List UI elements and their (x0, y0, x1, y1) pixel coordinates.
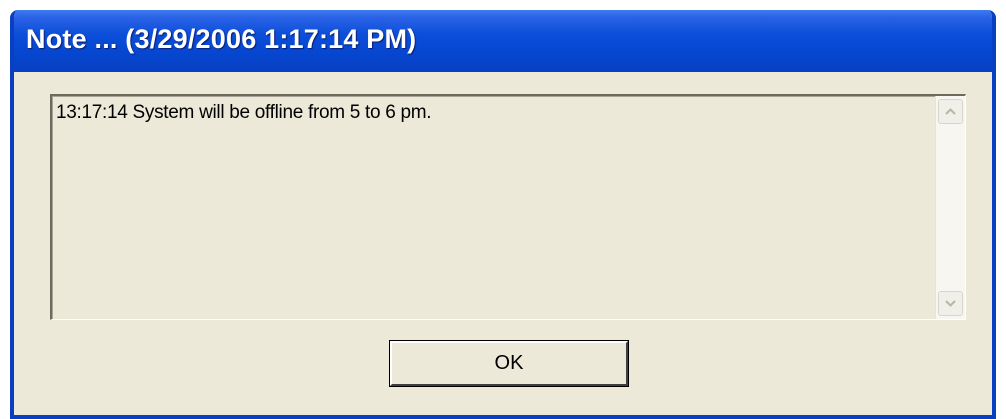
scroll-down-button[interactable] (938, 291, 963, 316)
note-dialog-window: Note ... (3/29/2006 1:17:14 PM) 13:17:14… (10, 10, 996, 419)
chevron-down-icon (945, 300, 956, 307)
title-bar[interactable]: Note ... (3/29/2006 1:17:14 PM) (14, 10, 992, 72)
message-textbox[interactable]: 13:17:14 System will be offline from 5 t… (50, 94, 966, 320)
chevron-up-icon (945, 108, 956, 115)
scroll-up-button[interactable] (938, 99, 963, 124)
ok-button[interactable]: OK (389, 340, 629, 387)
window-title: Note ... (3/29/2006 1:17:14 PM) (26, 24, 417, 54)
vertical-scrollbar[interactable] (935, 96, 965, 319)
message-text: 13:17:14 System will be offline from 5 t… (56, 102, 432, 123)
